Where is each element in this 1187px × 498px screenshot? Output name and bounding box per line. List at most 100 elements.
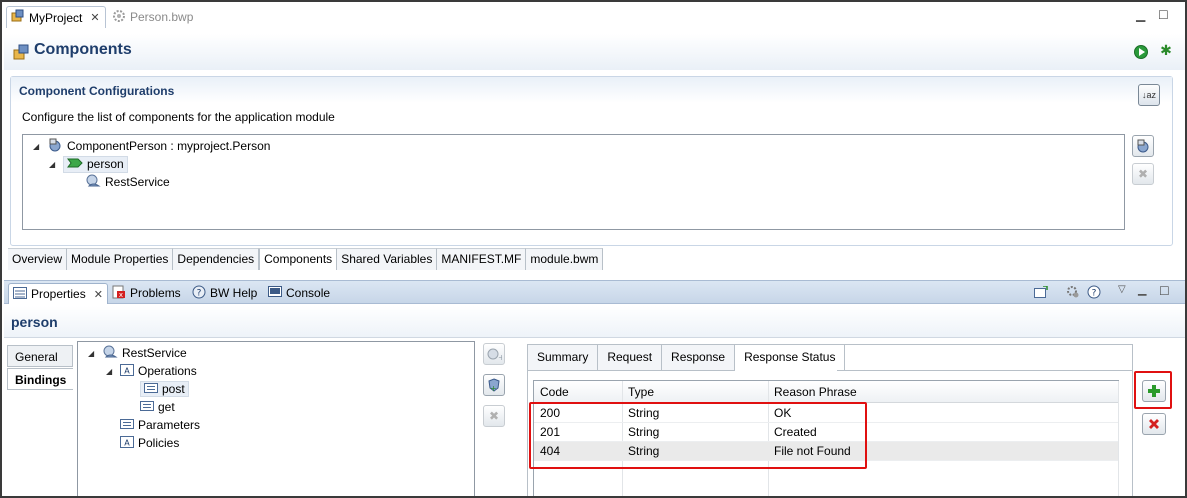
- service-arrow-icon: [67, 157, 83, 172]
- minimize-icon[interactable]: ▁: [1136, 8, 1145, 22]
- views-tab-bar: Properties ✕ x Problems ? BW Help Consol…: [4, 280, 1185, 304]
- tree-selection: post: [140, 381, 189, 397]
- section-title: Component Configurations: [19, 84, 175, 98]
- expand-triangle-icon[interactable]: ◢: [106, 367, 116, 376]
- help-icon[interactable]: ?: [1087, 285, 1101, 302]
- rows-highlight-box: [529, 402, 867, 469]
- maximize-icon[interactable]: ☐: [1159, 284, 1170, 298]
- tab-manifest[interactable]: MANIFEST.MF: [437, 248, 527, 270]
- rest-service-icon: [102, 344, 118, 363]
- tree-selection: person: [63, 155, 128, 173]
- svg-text:?: ?: [1092, 289, 1097, 299]
- minimize-icon[interactable]: ▁: [1138, 283, 1146, 296]
- expand-triangle-icon[interactable]: ◢: [33, 142, 43, 151]
- remove-component-button[interactable]: ✖: [1132, 163, 1154, 185]
- properties-header: person: [4, 306, 1185, 338]
- tree-item-componentperson[interactable]: ◢ ComponentPerson : myproject.Person: [33, 137, 270, 155]
- tree-item-person[interactable]: ◢ person: [49, 155, 128, 173]
- eclipse-window: MyProject ✕ Person.bwp ▁ ☐ Components ✱ …: [0, 0, 1187, 498]
- section-header: Component Configurations ↓az: [11, 77, 1172, 106]
- tab-person-bwp-label: Person.bwp: [130, 10, 194, 24]
- component-icon: [47, 137, 63, 156]
- tab-module-properties[interactable]: Module Properties: [67, 248, 174, 270]
- tab-problems-label: Problems: [130, 286, 181, 300]
- tab-module-bwm[interactable]: module.bwm: [526, 248, 604, 270]
- remove-binding-button[interactable]: ✖: [483, 405, 505, 427]
- properties-title: person: [11, 314, 58, 330]
- tab-shared-variables[interactable]: Shared Variables: [337, 248, 438, 270]
- svg-text:A: A: [124, 438, 130, 447]
- tab-request[interactable]: Request: [598, 345, 663, 371]
- process-gear-icon: [112, 9, 126, 26]
- tab-bindings[interactable]: Bindings: [7, 368, 73, 390]
- tree-item-policies[interactable]: A Policies: [120, 434, 179, 452]
- console-icon: [268, 285, 282, 301]
- tree-item-label: person: [87, 157, 124, 171]
- column-header-code[interactable]: Code: [540, 385, 569, 399]
- section-description: Configure the list of components for the…: [22, 110, 335, 124]
- view-menu-icon[interactable]: ▽: [1118, 284, 1126, 295]
- properties-icon: [13, 286, 27, 302]
- tab-general[interactable]: General: [7, 345, 73, 367]
- components-header: Components ✱: [4, 34, 1185, 70]
- parameters-icon: [120, 418, 134, 432]
- help-icon: ?: [192, 285, 206, 302]
- component-tree: ◢ ComponentPerson : myproject.Person ◢ p…: [22, 134, 1125, 230]
- tree-item-label: ComponentPerson : myproject.Person: [67, 139, 271, 153]
- sort-az-icon[interactable]: ↓az: [1138, 84, 1160, 106]
- tree-item-restservice[interactable]: RestService: [85, 173, 170, 191]
- tree-item-label: Parameters: [138, 418, 201, 432]
- column-header-type[interactable]: Type: [628, 385, 654, 399]
- tree-item-label: RestService: [105, 175, 170, 189]
- tab-components[interactable]: Components: [259, 248, 338, 270]
- operation-icon: [140, 400, 154, 414]
- run-icon[interactable]: [1134, 45, 1148, 59]
- tab-summary[interactable]: Summary: [528, 345, 599, 371]
- expand-triangle-icon[interactable]: ◢: [88, 349, 98, 358]
- operation-icon: [144, 382, 158, 396]
- add-button-highlight-box: [1134, 371, 1172, 409]
- add-policy-button[interactable]: +: [483, 374, 505, 396]
- project-icon: [11, 9, 25, 26]
- maximize-icon[interactable]: ☐: [1158, 8, 1169, 22]
- expand-triangle-icon[interactable]: ◢: [49, 160, 59, 169]
- operation-tabs: Summary Request Response Response Status: [528, 345, 846, 371]
- page-title: Components: [34, 41, 132, 58]
- tab-problems[interactable]: x Problems: [112, 284, 181, 302]
- close-icon[interactable]: ✕: [90, 11, 99, 24]
- tab-overview[interactable]: Overview: [8, 248, 68, 270]
- tab-console-label: Console: [286, 286, 331, 300]
- components-icon: [13, 44, 29, 63]
- tab-response-status[interactable]: Response Status: [735, 345, 846, 371]
- add-binding-button[interactable]: +: [483, 343, 505, 365]
- add-component-button[interactable]: [1132, 135, 1154, 157]
- rest-service-icon: [85, 173, 101, 192]
- tab-person-bwp[interactable]: Person.bwp: [112, 6, 193, 28]
- editor-tab-bar: MyProject ✕ Person.bwp ▁ ☐: [2, 2, 1185, 34]
- debug-icon[interactable]: ✱: [1158, 42, 1174, 58]
- tab-dependencies[interactable]: Dependencies: [173, 248, 260, 270]
- settings-icon[interactable]: [1066, 285, 1080, 302]
- tab-bw-help-label: BW Help: [210, 286, 258, 300]
- remove-status-button[interactable]: [1142, 413, 1166, 435]
- tab-myproject[interactable]: MyProject ✕: [6, 6, 106, 28]
- tab-response[interactable]: Response: [662, 345, 736, 371]
- component-configurations-section: Component Configurations ↓az Configure t…: [10, 76, 1173, 246]
- tree-item-post[interactable]: post: [140, 380, 189, 398]
- tree-item-label: get: [158, 400, 175, 414]
- close-icon[interactable]: ✕: [94, 288, 103, 301]
- tab-console[interactable]: Console: [268, 284, 330, 302]
- properties-side-tabs: General Bindings: [7, 345, 73, 496]
- tree-item-get[interactable]: get: [140, 398, 175, 416]
- tree-item-restservice[interactable]: ◢ RestService: [88, 344, 187, 362]
- tab-bw-help[interactable]: ? BW Help: [192, 284, 257, 302]
- column-header-reason-phrase[interactable]: Reason Phrase: [774, 385, 857, 399]
- tree-item-parameters[interactable]: Parameters: [120, 416, 200, 434]
- operations-icon: A: [120, 363, 134, 379]
- tab-myproject-label: MyProject: [29, 10, 83, 25]
- tree-item-label: RestService: [122, 346, 187, 360]
- editor-page-tabs: Overview Module Properties Dependencies …: [8, 248, 604, 270]
- new-window-icon[interactable]: [1034, 285, 1048, 301]
- tab-properties[interactable]: Properties ✕: [8, 283, 108, 304]
- tree-item-operations[interactable]: ◢ A Operations: [106, 362, 197, 380]
